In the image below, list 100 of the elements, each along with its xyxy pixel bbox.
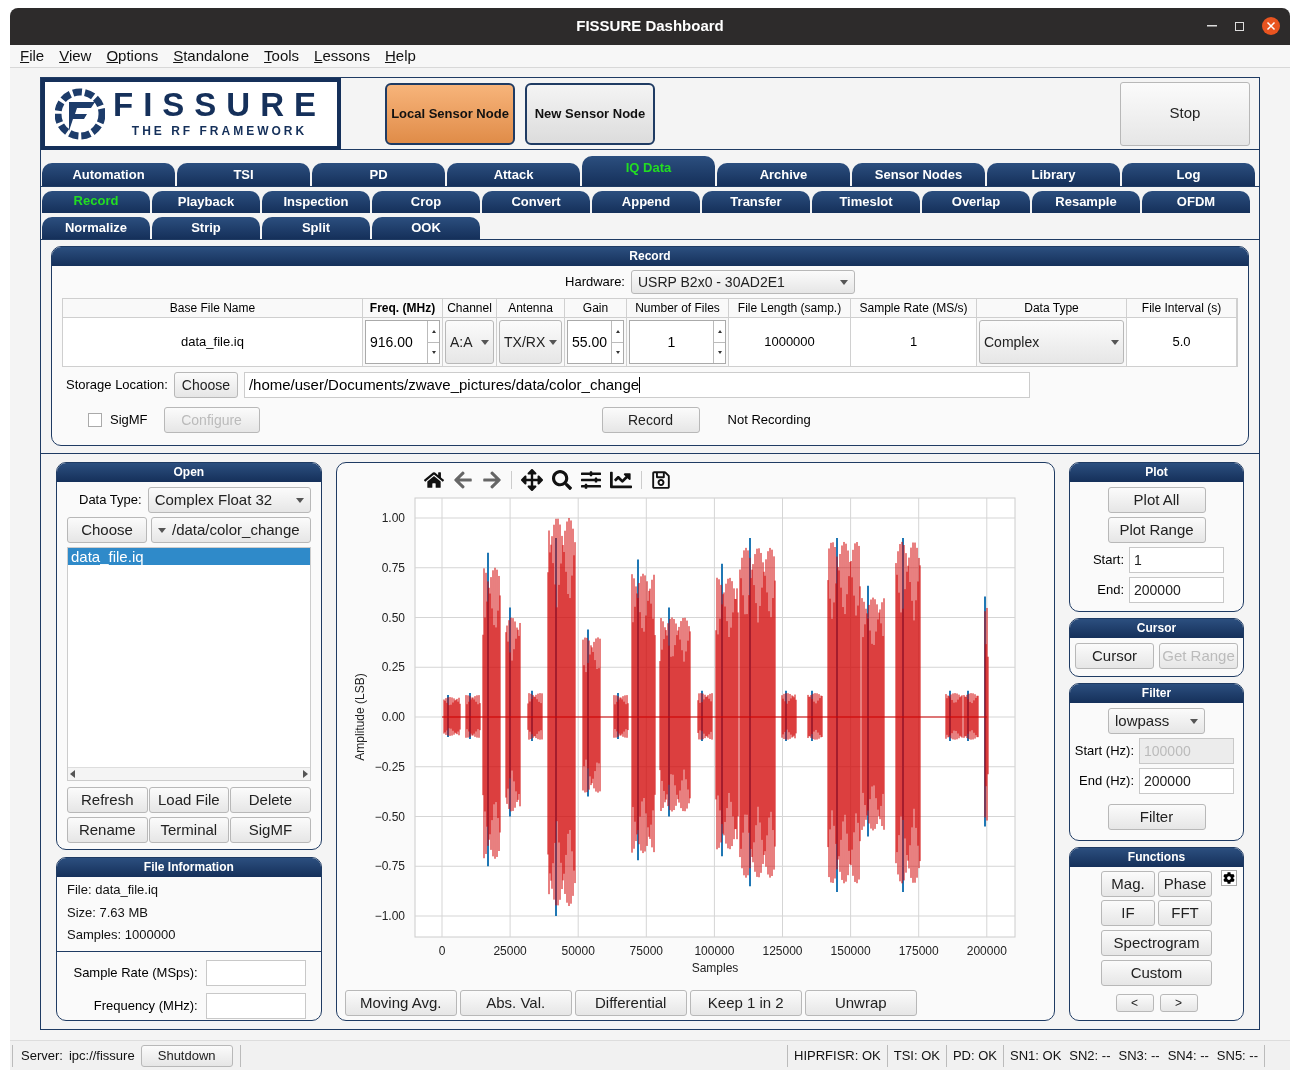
input-field[interactable] — [205, 959, 306, 986]
menu-item[interactable]: Tools — [264, 44, 300, 68]
function-button[interactable]: Spectrogram — [1101, 930, 1212, 956]
sliders-icon[interactable] — [580, 470, 601, 490]
input-field[interactable]: /home/user/Documents/zwave_pictures/data/color_change — [243, 372, 1030, 398]
dropdown[interactable]: Complex Float 32 — [147, 487, 311, 513]
scroll-left-icon[interactable] — [70, 770, 75, 778]
cursor-button[interactable]: Cursor — [1075, 643, 1154, 669]
plot-function-button[interactable]: Differential — [574, 990, 687, 1016]
sensor-node-button[interactable]: New Sensor Node — [525, 82, 655, 145]
spin-box[interactable]: 1 — [629, 320, 726, 364]
menu-item[interactable]: Help — [384, 44, 416, 68]
stop-button[interactable]: Stop — [1120, 81, 1250, 146]
tab[interactable]: Automation — [42, 163, 175, 186]
function-button[interactable]: Phase — [1158, 871, 1212, 897]
tab[interactable]: Log — [1122, 163, 1255, 186]
choose-button[interactable]: Choose — [67, 517, 147, 543]
file-action-button[interactable]: SigMF — [230, 817, 311, 843]
tab[interactable]: Crop — [372, 191, 480, 213]
dropdown[interactable]: lowpass — [1108, 708, 1205, 734]
line-chart-icon[interactable] — [609, 469, 632, 491]
tab[interactable]: Sensor Nodes — [852, 163, 985, 186]
menu-item[interactable]: File — [20, 44, 45, 68]
file-action-button[interactable]: Terminal — [148, 817, 230, 843]
tab[interactable]: Library — [987, 163, 1120, 186]
horizontal-scrollbar[interactable] — [68, 767, 310, 780]
function-button[interactable]: Mag. — [1101, 871, 1155, 897]
tab[interactable]: Inspection — [262, 191, 370, 213]
function-button[interactable]: FFT — [1158, 900, 1212, 926]
plot-button[interactable]: Plot Range — [1107, 517, 1206, 543]
tab[interactable]: Archive — [717, 163, 850, 186]
settings-icon[interactable] — [1221, 870, 1237, 886]
column-header: File Length (samp.) — [737, 300, 842, 317]
tab[interactable]: Timeslot — [812, 191, 920, 213]
record-button[interactable]: Record — [601, 407, 700, 433]
page-button[interactable]: < — [1115, 994, 1154, 1012]
menu-item[interactable]: View — [59, 44, 92, 68]
spin-box[interactable]: 55.00 — [567, 320, 624, 364]
tab[interactable]: PD — [312, 163, 445, 186]
dropdown[interactable]: USRP B2x0 - 30AD2E1 — [631, 270, 855, 294]
tab[interactable]: OOK — [372, 217, 480, 239]
tab[interactable]: Transfer — [702, 191, 810, 213]
file-list-item[interactable]: data_file.iq — [68, 548, 310, 565]
maximize-icon[interactable] — [1235, 21, 1244, 31]
plot-function-button[interactable]: Keep 1 in 2 — [689, 990, 802, 1016]
dropdown[interactable]: Complex — [979, 320, 1124, 364]
input-field[interactable]: 200000 — [1139, 768, 1234, 794]
tab[interactable]: Convert — [482, 191, 590, 213]
tab[interactable]: TSI — [177, 163, 310, 186]
input-field[interactable]: 1 — [1129, 547, 1224, 573]
function-button[interactable]: IF — [1101, 900, 1155, 926]
tab[interactable]: Normalize — [42, 217, 150, 239]
filter-button[interactable]: Filter — [1107, 804, 1206, 830]
checkbox[interactable] — [88, 413, 102, 427]
menu-item[interactable]: Options — [106, 44, 159, 68]
choose-button[interactable]: Choose — [173, 372, 238, 398]
spin-arrows-icon[interactable] — [611, 321, 623, 363]
tab[interactable]: Split — [262, 217, 370, 239]
dropdown-arrow-icon — [481, 339, 489, 345]
scroll-right-icon[interactable] — [302, 770, 308, 778]
file-action-button[interactable]: Rename — [67, 817, 148, 843]
tab[interactable]: OFDM — [1142, 191, 1250, 213]
search-icon[interactable] — [551, 470, 572, 490]
tab[interactable]: Attack — [447, 163, 580, 186]
tab[interactable]: IQ Data — [582, 156, 715, 186]
dropdown[interactable]: A:A — [445, 320, 494, 364]
plot-function-button[interactable]: Moving Avg. — [344, 990, 457, 1016]
back-arrow-icon[interactable] — [452, 470, 473, 490]
spin-box[interactable]: 916.00 — [365, 320, 440, 364]
close-icon[interactable] — [1262, 17, 1280, 35]
plot-function-button[interactable]: Abs. Val. — [459, 990, 572, 1016]
plot-function-button[interactable]: Unwrap — [804, 990, 917, 1016]
tab[interactable]: Strip — [152, 217, 260, 239]
tab[interactable]: Append — [592, 191, 700, 213]
home-icon[interactable] — [423, 470, 444, 490]
file-action-button[interactable]: Delete — [230, 787, 311, 813]
function-button[interactable]: Custom — [1101, 960, 1212, 986]
shutdown-button[interactable]: Shutdown — [140, 1044, 233, 1067]
page-button[interactable]: > — [1159, 994, 1198, 1012]
spin-arrows-icon[interactable] — [427, 321, 439, 363]
forward-arrow-icon[interactable] — [481, 470, 502, 490]
pan-icon[interactable] — [520, 469, 543, 491]
tab[interactable]: Playback — [152, 191, 260, 213]
status-text: SN2: -- — [1069, 1046, 1111, 1065]
plot-button[interactable]: Plot All — [1107, 487, 1206, 513]
input-field[interactable] — [205, 992, 306, 1019]
dropdown[interactable]: TX/RX — [499, 320, 562, 364]
menu-item[interactable]: Standalone — [173, 44, 250, 68]
tab[interactable]: Overlap — [922, 191, 1030, 213]
input-field[interactable]: 200000 — [1129, 577, 1224, 603]
minimize-icon[interactable] — [1207, 25, 1217, 27]
save-icon[interactable] — [650, 470, 671, 490]
tab[interactable]: Resample — [1032, 191, 1140, 213]
file-action-button[interactable]: Refresh — [67, 787, 148, 813]
sensor-node-button[interactable]: Local Sensor Node — [385, 82, 515, 145]
spin-arrows-icon[interactable] — [713, 321, 725, 363]
tab[interactable]: Record — [42, 191, 150, 213]
folder-dropdown[interactable]: /data/color_change — [151, 517, 311, 543]
menu-item[interactable]: Lessons — [314, 44, 370, 68]
file-action-button[interactable]: Load File — [148, 787, 230, 813]
